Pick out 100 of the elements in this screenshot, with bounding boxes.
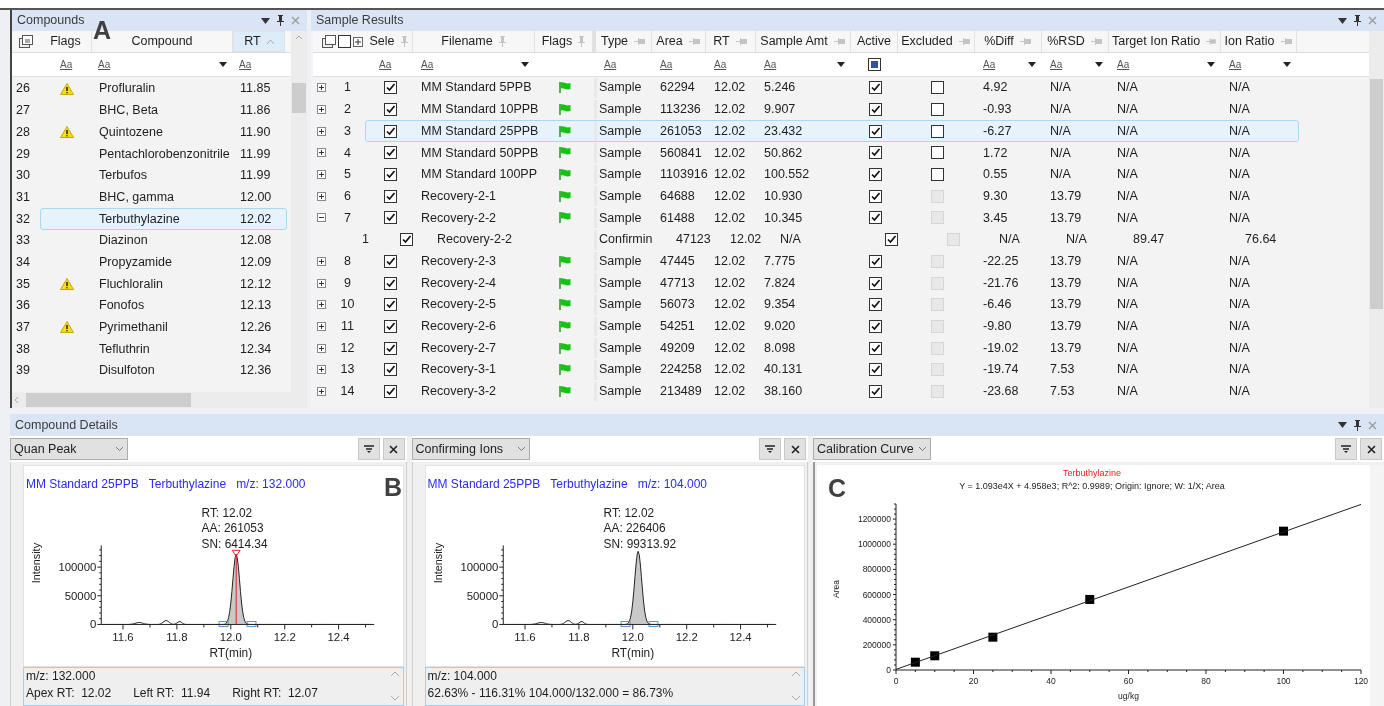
expand-all-icon[interactable] (353, 36, 363, 47)
checkbox[interactable] (885, 233, 898, 247)
filter-field[interactable]: Aa (1050, 57, 1109, 72)
column-header[interactable]: %Diff (975, 31, 1042, 52)
table-row[interactable]: Fluchloralin 12.12 (40, 273, 287, 295)
column-header[interactable]: Sele (365, 31, 413, 52)
collapse-icon[interactable] (317, 213, 326, 223)
column-header[interactable]: Target Ion Ratio (1109, 31, 1221, 52)
expand-icon[interactable] (317, 105, 326, 115)
table-row[interactable]: Terbufos 11.99 (40, 164, 287, 187)
table-row[interactable]: Recovery-2-5 Sample 56073 12.02 9.354 -6.46 13.79 N/A N/A (365, 293, 1299, 316)
expand-icon[interactable] (317, 126, 326, 136)
table-row[interactable]: Quintozene 11.90 (40, 121, 287, 144)
chevron-down-icon[interactable] (516, 446, 526, 452)
checkbox[interactable] (383, 81, 397, 95)
checkbox[interactable] (383, 363, 397, 377)
table-row[interactable]: Disulfoton 12.36 (40, 359, 287, 382)
menu-icon[interactable] (261, 17, 270, 24)
close-icon[interactable] (1366, 444, 1376, 454)
checkbox[interactable] (869, 276, 882, 290)
filter-icon[interactable] (765, 445, 776, 453)
expand-icon[interactable] (317, 343, 326, 353)
expand-icon[interactable] (317, 321, 326, 331)
checkbox[interactable] (869, 103, 882, 117)
column-chooser-icon[interactable] (322, 35, 336, 48)
close-button[interactable] (382, 438, 405, 460)
scrollbar-thumb[interactable] (26, 393, 191, 407)
scrollbar-thumb[interactable] (292, 83, 306, 113)
dropdown-arrow-icon[interactable] (219, 62, 227, 67)
table-row[interactable]: Diazinon 12.08 (40, 229, 287, 252)
table-row[interactable]: Recovery-2-1 Sample 64688 12.02 10.930 9.30 13.79 N/A N/A (365, 185, 1299, 208)
dropdown-arrow-icon[interactable] (521, 62, 529, 67)
expand-icon[interactable] (317, 83, 326, 93)
table-row[interactable]: Recovery-2-4 Sample 47713 12.02 7.824 -21.76 13.79 N/A N/A (365, 272, 1299, 294)
table-row[interactable]: Fonofos 12.13 (40, 294, 287, 317)
checkbox[interactable] (383, 254, 397, 268)
filter-field[interactable]: Aa (60, 57, 92, 72)
checkbox[interactable] (383, 276, 397, 290)
table-row[interactable]: Recovery-2-3 Sample 47445 12.02 7.775 -22.25 13.79 N/A N/A (365, 250, 1299, 273)
checkbox[interactable] (383, 103, 397, 117)
chevron-down-icon[interactable] (918, 446, 928, 452)
table-row[interactable]: Tefluthrin 12.34 (40, 338, 287, 360)
close-button[interactable] (1360, 438, 1382, 460)
filter-field[interactable]: Aa (239, 57, 285, 72)
dropdown-arrow-icon[interactable] (1028, 62, 1036, 67)
checkbox[interactable] (869, 254, 882, 268)
pin-icon[interactable] (1354, 419, 1361, 431)
checkbox[interactable] (931, 146, 944, 160)
table-row[interactable]: MM Standard 10PPB Sample 113236 12.02 9.907 -0.93 N/A N/A N/A (365, 98, 1299, 121)
expand-icon[interactable] (317, 256, 326, 266)
checkbox[interactable] (869, 81, 882, 95)
checkbox[interactable] (869, 189, 882, 203)
checkbox[interactable] (869, 124, 882, 138)
checkbox[interactable] (868, 58, 881, 71)
close-icon[interactable] (389, 444, 399, 454)
column-header[interactable]: Area (652, 31, 706, 52)
dropdown-arrow-icon[interactable] (1283, 62, 1291, 67)
expand-icon[interactable] (317, 365, 326, 375)
filter-field[interactable]: Aa (1117, 57, 1221, 72)
vertical-scrollbar[interactable] (1369, 31, 1384, 408)
column-header[interactable]: Filename (413, 31, 535, 52)
table-row[interactable]: MM Standard 25PPB Sample 261053 12.02 23.432 -6.27 N/A N/A N/A (365, 120, 1299, 143)
dropdown-arrow-icon[interactable] (1207, 62, 1215, 67)
checkbox[interactable] (383, 211, 397, 225)
view-dropdown[interactable]: Confirming Ions (411, 438, 530, 460)
view-dropdown[interactable]: Quan Peak (10, 438, 128, 460)
expand-icon[interactable] (317, 148, 326, 158)
checkbox[interactable] (338, 35, 351, 48)
table-row[interactable]: Pentachlorobenzonitrile 11.99 (40, 143, 287, 165)
column-header[interactable]: RT (706, 31, 756, 52)
checkbox[interactable] (869, 168, 882, 182)
checkbox[interactable] (931, 103, 944, 117)
column-header[interactable]: Flags (40, 31, 92, 52)
table-row[interactable]: Recovery-3-1 Sample 224258 12.02 40.131 -19.74 7.53 N/A N/A (365, 358, 1299, 381)
filter-field[interactable]: Aa (764, 57, 851, 72)
checkbox[interactable] (383, 189, 397, 203)
table-row[interactable]: Propyzamide 12.09 (40, 251, 287, 274)
table-row[interactable]: Recovery-2-7 Sample 49209 12.02 8.098 -19.02 13.79 N/A N/A (365, 337, 1299, 359)
close-button[interactable] (784, 438, 807, 460)
checkbox[interactable] (383, 124, 397, 138)
table-row[interactable]: MM Standard 5PPB Sample 62294 12.02 5.246 4.92 N/A N/A N/A (365, 77, 1299, 99)
filter-field[interactable]: Aa (983, 57, 1042, 72)
checkbox[interactable] (869, 211, 882, 225)
filter-icon[interactable] (1341, 445, 1351, 453)
filter-icon[interactable] (363, 445, 374, 453)
column-header[interactable]: Ion Ratio (1221, 31, 1297, 52)
horizontal-scrollbar[interactable] (12, 392, 291, 408)
table-row[interactable]: MM Standard 100PP Sample 1103916 12.02 100.552 0.55 N/A N/A N/A (365, 163, 1299, 186)
column-header[interactable]: Sample Amt (756, 31, 851, 52)
dropdown-arrow-icon[interactable] (1095, 62, 1103, 67)
table-row[interactable]: BHC, Beta 11.86 (40, 99, 287, 122)
table-row[interactable]: Terbuthylazine 12.02 (40, 208, 287, 230)
checkbox[interactable] (931, 124, 944, 138)
table-row[interactable]: MM Standard 50PPB Sample 560841 12.02 50.862 1.72 N/A N/A N/A (365, 142, 1299, 164)
filter-field[interactable]: Aa (1229, 57, 1297, 72)
table-row[interactable]: Pyrimethanil 12.26 (40, 316, 287, 339)
table-row[interactable]: Recovery-3-2 Sample 213489 12.02 38.160 -23.68 7.53 N/A N/A (365, 380, 1299, 403)
checkbox[interactable] (869, 384, 882, 398)
checkbox[interactable] (383, 384, 397, 398)
checkbox[interactable] (869, 298, 882, 312)
